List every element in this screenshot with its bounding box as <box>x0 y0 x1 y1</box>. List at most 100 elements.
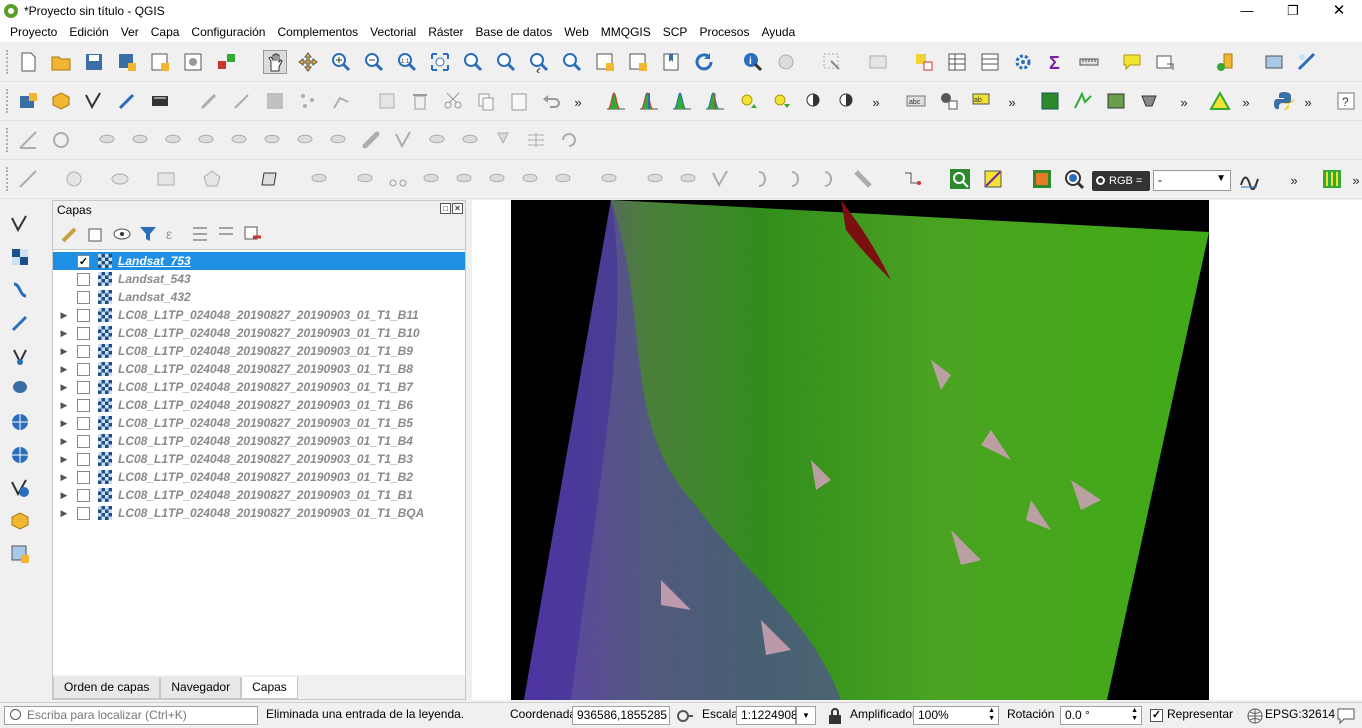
new-temporary-layer-icon[interactable] <box>8 542 32 566</box>
digitize-curve-icon[interactable] <box>307 167 331 191</box>
add-ring-icon[interactable] <box>49 128 73 152</box>
scp-tool-icon[interactable] <box>981 167 1005 191</box>
field-calculator-icon[interactable] <box>978 50 1002 74</box>
scp-preview-icon[interactable] <box>1104 89 1128 113</box>
digitize-tool-6-icon[interactable] <box>485 167 509 191</box>
zoom-last-icon[interactable] <box>527 50 551 74</box>
expand-arrow-icon[interactable]: ▶ <box>59 364 69 375</box>
layer-row[interactable]: ▶ LC08_L1TP_024048_20190827_20190903_01_T… <box>53 306 465 324</box>
digitize-tool-8-icon[interactable] <box>551 167 575 191</box>
refresh-icon[interactable] <box>692 50 716 74</box>
save-edits-icon[interactable] <box>263 89 287 113</box>
toolbar-overflow-button[interactable]: » <box>572 95 584 110</box>
digitize-tool-16-icon[interactable] <box>851 167 875 191</box>
zoom-native-icon[interactable]: 1:1 <box>395 50 419 74</box>
add-mesh-icon[interactable] <box>8 278 32 302</box>
add-postgis-icon[interactable] <box>8 377 32 401</box>
new-annotation-icon[interactable] <box>1153 50 1177 74</box>
toolbar-overflow-button[interactable]: » <box>1302 95 1314 110</box>
rgb-select[interactable]: - ▼ <box>1153 170 1231 191</box>
digitize-tool-12-icon[interactable] <box>709 167 733 191</box>
toolbar-overflow-button[interactable]: » <box>870 95 882 110</box>
digitize-tool-10-icon[interactable] <box>643 167 667 191</box>
layer-visibility-checkbox[interactable] <box>77 416 90 430</box>
scale-feature-icon[interactable] <box>491 128 515 152</box>
georeferencer-icon[interactable] <box>1262 50 1286 74</box>
vertex-tool-icon[interactable] <box>329 89 353 113</box>
menu-capa[interactable]: Capa <box>145 25 186 39</box>
select-by-value-icon[interactable] <box>866 50 890 74</box>
add-circle-icon[interactable] <box>62 167 86 191</box>
expand-arrow-icon[interactable]: ▶ <box>59 328 69 339</box>
layer-visibility-checkbox[interactable] <box>77 326 90 340</box>
expand-arrow-icon[interactable]: ▶ <box>59 310 69 321</box>
menu-base-de-datos[interactable]: Base de datos <box>470 25 559 39</box>
simplify-icon[interactable] <box>425 128 449 152</box>
identify-icon[interactable]: i <box>741 50 765 74</box>
python-console-icon[interactable] <box>1272 89 1296 113</box>
zoom-to-layer-icon[interactable] <box>494 50 518 74</box>
tab-navegador[interactable]: Navegador <box>160 677 242 699</box>
decrease-brightness-icon[interactable] <box>769 89 793 113</box>
toggle-editing-icon[interactable] <box>197 89 221 113</box>
map-canvas[interactable] <box>472 200 1362 700</box>
menu-ver[interactable]: Ver <box>115 25 145 39</box>
add-wms-icon[interactable] <box>8 410 32 434</box>
styling-panel-icon[interactable] <box>57 223 83 245</box>
filter-expression-icon[interactable]: ε <box>161 223 187 245</box>
processing-toolbox-icon[interactable] <box>1011 50 1035 74</box>
crs-label[interactable]: EPSG:32614 <box>1265 707 1335 721</box>
expand-arrow-icon[interactable]: ▶ <box>59 508 69 519</box>
pan-hand-icon[interactable] <box>263 50 287 74</box>
layer-row[interactable]: ▶ LC08_L1TP_024048_20190827_20190903_01_T… <box>53 468 465 486</box>
layer-visibility-checkbox[interactable] <box>77 272 90 286</box>
layer-visibility-checkbox[interactable] <box>77 380 90 394</box>
expand-arrow-icon[interactable]: ▶ <box>59 454 69 465</box>
toolbar-overflow-button[interactable]: » <box>1240 95 1252 110</box>
digitize-tool-7-icon[interactable] <box>518 167 542 191</box>
help-icon[interactable]: ? <box>1334 89 1358 113</box>
lock-icon[interactable] <box>823 704 847 728</box>
float-panel-icon[interactable]: □ <box>440 203 451 214</box>
menu-edicion[interactable]: Edición <box>63 25 114 39</box>
add-feature-icon[interactable] <box>296 89 320 113</box>
scp-band-combination-icon[interactable] <box>1030 167 1054 191</box>
coordinate-field[interactable]: 936586,1855285 <box>572 706 670 725</box>
edit-pencil-icon[interactable] <box>230 89 254 113</box>
layer-visibility-checkbox[interactable] <box>77 506 90 520</box>
layer-row[interactable]: ▶ LC08_L1TP_024048_20190827_20190903_01_T… <box>53 396 465 414</box>
split-parts-icon[interactable] <box>293 128 317 152</box>
digitize-tool-icon[interactable] <box>1295 50 1319 74</box>
scp-spectral-plot-icon[interactable] <box>1237 167 1261 191</box>
layer-row[interactable]: ▶ LC08_L1TP_024048_20190827_20190903_01_T… <box>53 486 465 504</box>
plugin-manager-icon[interactable] <box>1213 50 1237 74</box>
layer-labeling-icon[interactable] <box>937 89 961 113</box>
zoom-to-selection-icon[interactable] <box>461 50 485 74</box>
local-histogram-icon[interactable] <box>637 89 661 113</box>
scp-remove-icon[interactable] <box>1137 89 1161 113</box>
label-toolbar-icon[interactable]: ab <box>970 89 994 113</box>
locator-search-input[interactable]: Escriba para localizar (Ctrl+K) <box>4 706 258 725</box>
add-polygon-icon[interactable] <box>200 167 224 191</box>
open-project-icon[interactable] <box>49 50 73 74</box>
layer-visibility-checkbox[interactable] <box>77 434 90 448</box>
move-feature-icon[interactable] <box>557 128 581 152</box>
add-virtual-layer-icon[interactable] <box>8 509 32 533</box>
maximize-button[interactable]: ❐ <box>1270 0 1316 22</box>
menu-proyecto[interactable]: Proyecto <box>4 25 63 39</box>
data-source-manager-icon[interactable] <box>16 89 40 113</box>
toolbar-overflow-button[interactable]: » <box>1006 95 1018 110</box>
remove-layer-icon[interactable] <box>239 223 265 245</box>
layer-row[interactable]: ▶ LC08_L1TP_024048_20190827_20190903_01_T… <box>53 360 465 378</box>
layer-visibility-checkbox[interactable] <box>77 488 90 502</box>
render-checkbox[interactable]: ✓ <box>1150 709 1163 722</box>
add-raster-icon[interactable] <box>8 245 32 269</box>
layout-manager-icon[interactable] <box>181 50 205 74</box>
magnifier-spinbox[interactable]: 100% ▲ ▼ <box>913 706 999 725</box>
decrease-contrast-icon[interactable] <box>835 89 859 113</box>
expand-arrow-icon[interactable]: ▶ <box>59 418 69 429</box>
manage-themes-icon[interactable] <box>109 223 135 245</box>
scale-combobox[interactable]: 1:1224908 <box>736 706 798 725</box>
trace-tool-icon[interactable] <box>900 167 924 191</box>
scp-classification-icon[interactable] <box>1320 167 1344 191</box>
